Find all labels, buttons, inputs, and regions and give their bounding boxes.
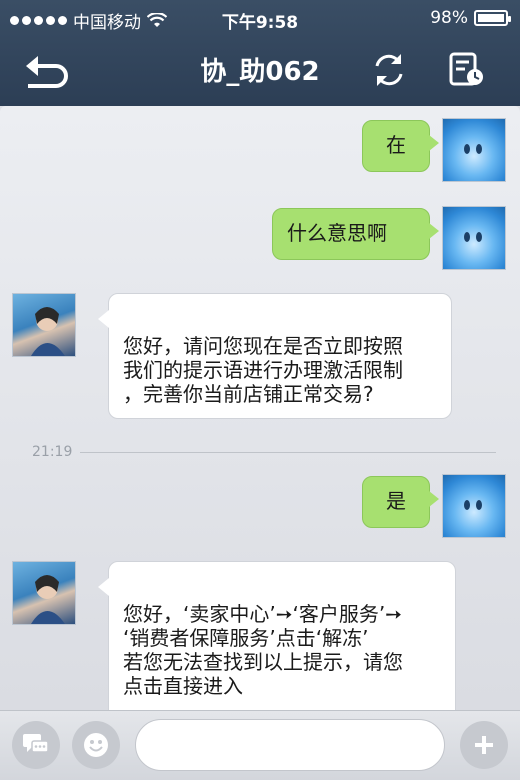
message-line: 您好，‘卖家中心’➙‘客户服务’➙	[123, 602, 402, 626]
message-bubble-incoming[interactable]: 您好，请问您现在是否立即按照 我们的提示语进行办理激活限制 ，完善你当前店铺正常…	[98, 293, 452, 419]
top-bar: 中国移动 下午9:58 98% 协_助062	[0, 0, 520, 106]
message-line: 点击直接进入	[123, 674, 243, 698]
message-line: ‘销费者保障服务’点击‘解冻’	[123, 626, 369, 650]
refresh-icon[interactable]	[364, 48, 414, 92]
plus-icon[interactable]	[460, 721, 508, 769]
message-text: 在	[386, 133, 406, 157]
contact-avatar[interactable]	[12, 561, 76, 625]
message-bubble-incoming[interactable]: 您好，‘卖家中心’➙‘客户服务’➙ ‘销费者保障服务’点击‘解冻’ 若您无法查找…	[98, 561, 456, 710]
agent-photo	[31, 575, 65, 624]
penguin-icon	[464, 232, 482, 242]
message-line: ，完善你当前店铺正常交易?	[123, 382, 374, 406]
message-text: 什么意思啊	[287, 221, 387, 245]
message-input[interactable]	[135, 719, 445, 771]
contact-avatar[interactable]	[12, 293, 76, 357]
message-bubble-outgoing[interactable]: 是	[362, 476, 439, 528]
nav-bar: 协_助062	[0, 38, 520, 100]
penguin-icon	[464, 500, 482, 510]
message-line: 若您无法查找到以上提示，请您	[123, 650, 403, 674]
agent-photo	[31, 307, 65, 356]
time-separator: 21:19	[32, 442, 496, 462]
chat-area[interactable]: 在 什么意思啊 您好，请问您现在是否立即按照 我们的提示语进行办理激活限制 ，完…	[0, 106, 520, 710]
status-right: 98%	[430, 8, 511, 28]
message-line: 您好，请问您现在是否立即按照	[123, 334, 403, 358]
message-line: 我们的提示语进行办理激活限制	[123, 358, 403, 382]
battery-icon	[474, 10, 511, 26]
my-avatar[interactable]	[442, 474, 506, 538]
message-bubble-outgoing[interactable]: 什么意思啊	[272, 208, 439, 260]
my-avatar[interactable]	[442, 206, 506, 270]
message-text: 是	[386, 489, 406, 513]
my-avatar[interactable]	[442, 118, 506, 182]
emoji-icon[interactable]	[72, 721, 120, 769]
status-bar: 中国移动 下午9:58 98%	[0, 6, 520, 33]
time-separator-label: 21:19	[32, 444, 73, 460]
message-bubble-outgoing[interactable]: 在	[362, 120, 439, 172]
chat-history-icon[interactable]	[442, 48, 492, 92]
input-bar	[0, 710, 520, 780]
penguin-icon	[464, 144, 482, 154]
battery-label: 98%	[430, 8, 468, 28]
divider	[80, 451, 496, 453]
quick-reply-icon[interactable]	[12, 721, 60, 769]
